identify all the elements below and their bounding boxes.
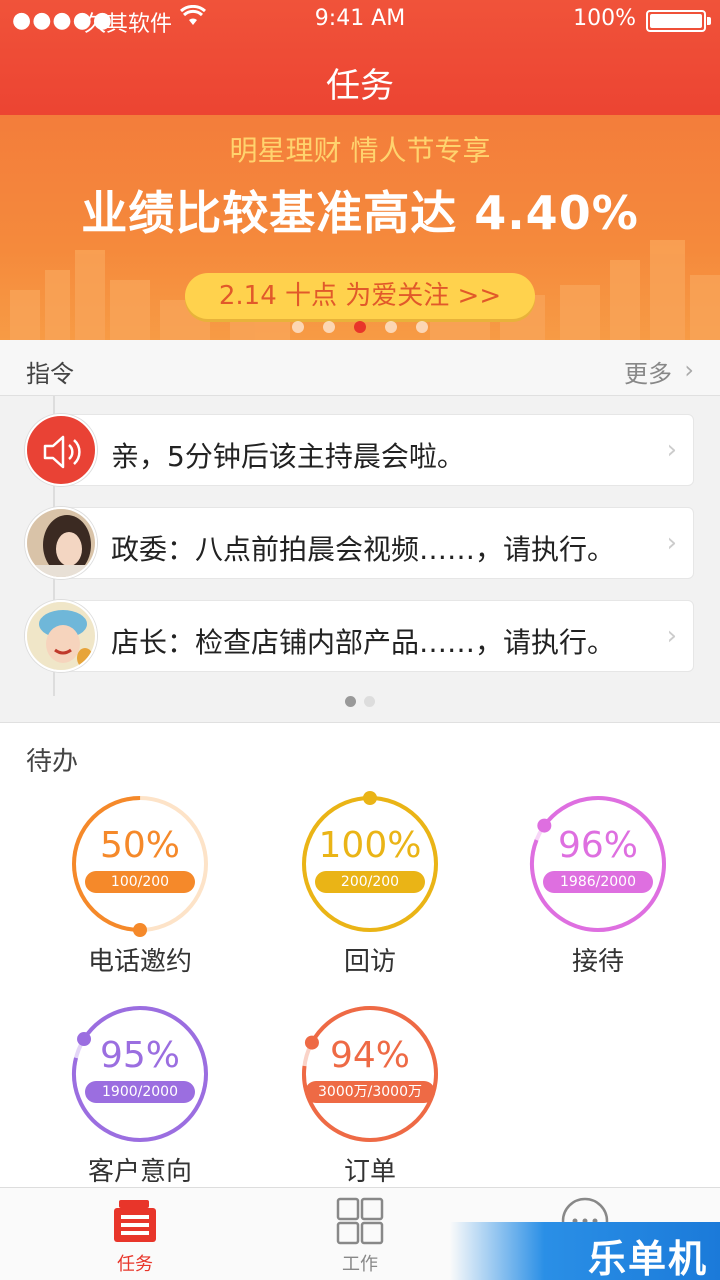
pager-dot[interactable] (364, 696, 375, 707)
pager-dot[interactable] (385, 321, 398, 333)
pager-dot[interactable] (291, 321, 304, 333)
list-item[interactable]: 政委：八点前拍晨会视频……，请执行。 › (64, 507, 694, 579)
gauge-ratio-badge: 3000万/3000万 (305, 1081, 435, 1103)
top-bar: ●●●●● 久其软件 9:41 AM 100% 任务 (0, 0, 720, 115)
battery-icon (646, 10, 711, 32)
banner-headline: 业绩比较基准高达 4.40% (81, 186, 639, 240)
gauge-ratio-badge: 1986/2000 (543, 871, 653, 893)
orders-pager (0, 692, 720, 711)
speaker-icon (25, 414, 97, 486)
pager-dot-active[interactable] (354, 321, 366, 333)
watermark: 乐单机 (450, 1222, 720, 1280)
order-text: 亲，5分钟后该主持晨会啦。 (111, 440, 465, 473)
chevron-right-icon: › (666, 528, 677, 558)
tab-work[interactable]: 工作 (240, 1188, 480, 1280)
gauge-percent: 95% (99, 1035, 180, 1076)
chevron-right-icon: › (666, 435, 677, 465)
gauge-ratio-badge: 1900/2000 (85, 1081, 195, 1103)
gauge-percent: 96% (557, 825, 638, 866)
orders-list: 亲，5分钟后该主持晨会啦。 › 政委：八点前拍晨会视频……，请执行。 › 店长：… (0, 396, 720, 721)
status-bar: ●●●●● 久其软件 9:41 AM 100% (0, 0, 720, 40)
gauge-label: 电话邀约 (87, 947, 192, 977)
banner-pager (0, 318, 720, 337)
battery-percent: 100% (573, 6, 636, 31)
banner-cta-button[interactable]: 2.14 十点 为爱关注 >> (185, 273, 535, 319)
progress-dot (363, 791, 377, 805)
gauge-ratio-badge: 100/200 (85, 871, 195, 893)
pager-dot[interactable] (416, 321, 429, 333)
pager-dot[interactable] (322, 321, 335, 333)
orders-more-link[interactable]: 更多 (624, 354, 672, 389)
page-title: 任务 (326, 66, 394, 106)
pager-dot-active[interactable] (345, 696, 356, 707)
avatar (25, 507, 97, 579)
gauge-ratio-badge: 200/200 (315, 871, 425, 893)
gauge-percent: 50% (99, 825, 180, 866)
todo-section: 待办 50% 100/200 电话邀约 100% 200/200 回访 96% 1986/20… (0, 722, 720, 1187)
gauge-label: 接待 (571, 947, 624, 977)
watermark-text: 乐单机 (587, 1237, 708, 1280)
gauge-label: 回访 (343, 947, 396, 977)
todo-title: 待办 (26, 747, 79, 777)
tasks-icon (114, 1200, 156, 1242)
avatar (25, 600, 97, 672)
list-item[interactable]: 店长：检查店铺内部产品……，请执行。 › (64, 600, 694, 672)
order-text: 政委：八点前拍晨会视频……，请执行。 (111, 533, 616, 566)
tab-tasks[interactable]: 任务 (15, 1188, 255, 1280)
tab-label: 工作 (342, 1254, 378, 1275)
gauge-percent: 94% (329, 1035, 410, 1076)
chevron-right-icon[interactable]: › (684, 356, 694, 384)
tab-label: 任务 (117, 1254, 153, 1275)
grid-icon (336, 1197, 384, 1245)
orders-header: 指令 更多 › (0, 340, 720, 396)
orders-title: 指令 (26, 360, 74, 388)
gauge-label: 客户意向 (87, 1157, 192, 1187)
banner-subtitle: 明星理财 情人节专享 (229, 134, 491, 167)
order-text: 店长：检查店铺内部产品……，请执行。 (111, 626, 616, 659)
gauge-percent: 100% (318, 825, 422, 866)
list-item[interactable]: 亲，5分钟后该主持晨会啦。 › (64, 414, 694, 486)
gauge-label: 订单 (343, 1157, 396, 1187)
chevron-right-icon: › (666, 621, 677, 651)
promo-banner[interactable]: 明星理财 情人节专享 业绩比较基准高达 4.40% 2.14 十点 为爱关注 >… (0, 115, 720, 340)
progress-dot (133, 923, 147, 937)
